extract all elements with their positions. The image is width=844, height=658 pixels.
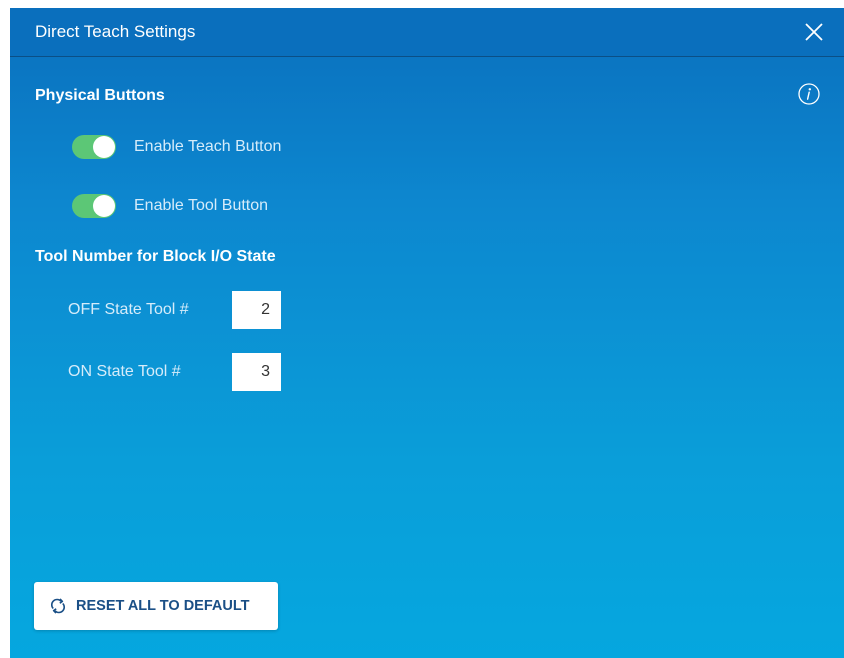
info-icon [798,83,820,105]
direct-teach-settings-dialog: Direct Teach Settings Physical Buttons E… [10,8,844,658]
enable-tool-button-label: Enable Tool Button [134,197,269,214]
reset-all-to-default-label: RESET ALL TO DEFAULT [76,598,250,614]
on-state-tool-row: ON State Tool # [68,353,281,391]
physical-buttons-heading: Physical Buttons [35,87,165,104]
close-button[interactable] [802,20,826,44]
on-state-tool-input[interactable] [232,353,281,391]
enable-tool-button-row: Enable Tool Button [72,193,268,219]
enable-tool-button-toggle[interactable] [72,194,116,218]
off-state-tool-label: OFF State Tool # [68,301,189,318]
enable-teach-button-label: Enable Teach Button [134,138,282,155]
toggle-knob [93,195,115,217]
enable-teach-button-row: Enable Teach Button [72,134,281,160]
info-button[interactable] [798,83,820,105]
tool-number-heading: Tool Number for Block I/O State [35,248,276,265]
close-icon [805,23,823,41]
enable-teach-button-toggle[interactable] [72,135,116,159]
refresh-icon [50,598,66,614]
dialog-header: Direct Teach Settings [10,8,844,57]
toggle-knob [93,136,115,158]
off-state-tool-row: OFF State Tool # [68,291,281,329]
reset-all-to-default-button[interactable]: RESET ALL TO DEFAULT [34,582,278,630]
off-state-tool-input[interactable] [232,291,281,329]
on-state-tool-label: ON State Tool # [68,363,181,380]
dialog-title: Direct Teach Settings [35,22,196,41]
